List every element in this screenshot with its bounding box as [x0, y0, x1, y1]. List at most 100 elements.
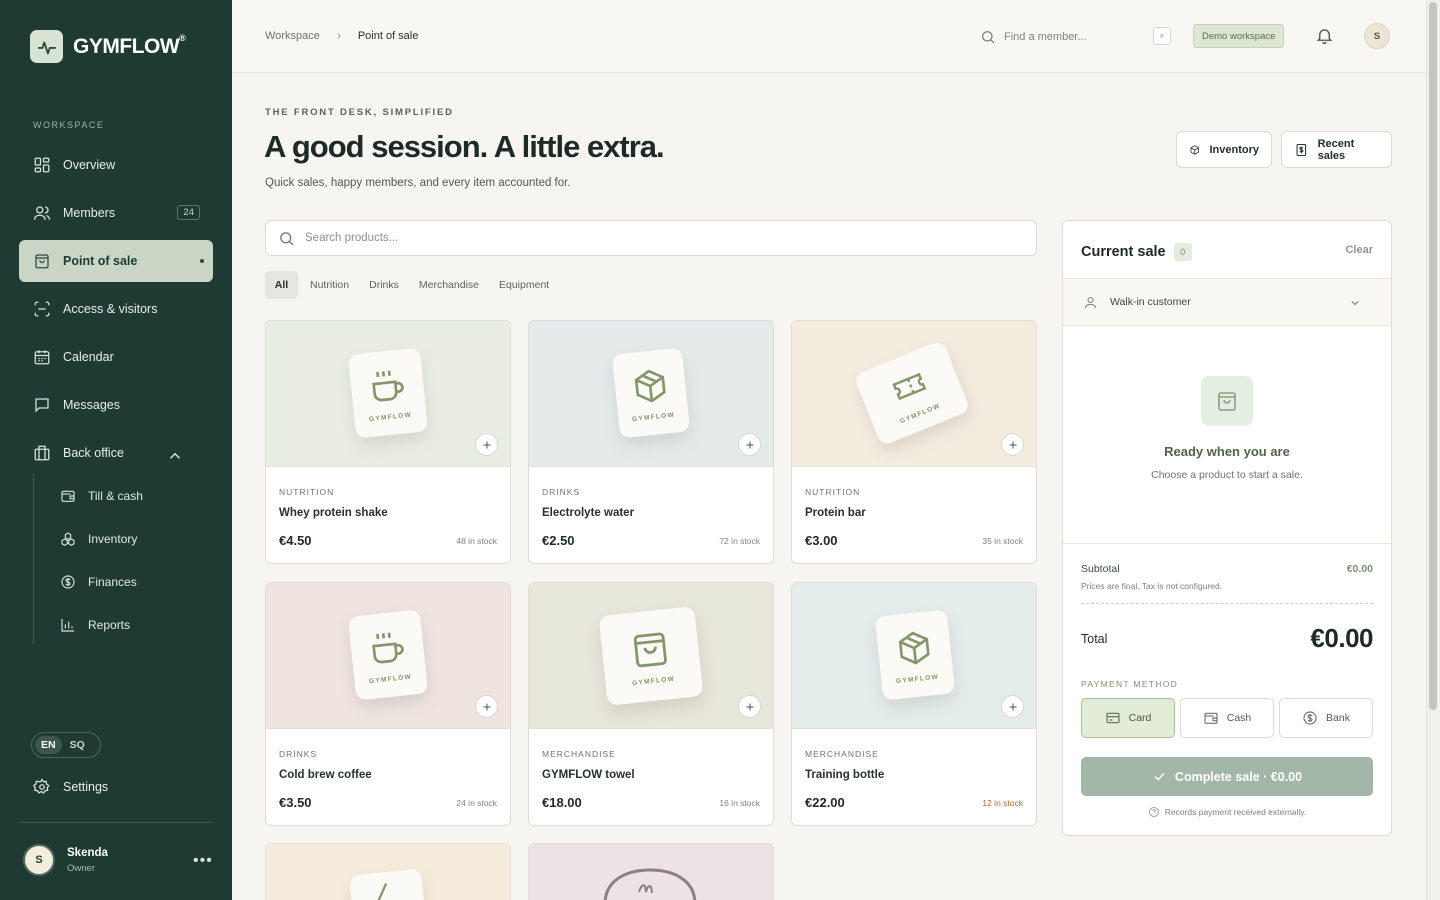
- tab-nutrition[interactable]: Nutrition: [302, 271, 357, 299]
- product-stock: 72 in stock: [719, 536, 760, 546]
- logo-mark-icon: [603, 868, 697, 900]
- add-to-sale-button[interactable]: [738, 695, 761, 718]
- recent-sales-button[interactable]: Recent sales: [1281, 131, 1392, 168]
- breadcrumb: Workspace Point of sale: [265, 30, 418, 42]
- current-sale-title: Current sale: [1081, 244, 1166, 260]
- add-to-sale-button[interactable]: [1001, 433, 1024, 456]
- sidebar-item-calendar[interactable]: Calendar: [19, 336, 213, 378]
- sidebar: GYMFLOW® WORKSPACE Overview Members 24 P…: [0, 0, 232, 900]
- product-card[interactable]: GYMFLOW DRINKS Cold brew coffee €3.50 24…: [265, 582, 511, 826]
- customer-select-value: Walk-in customer: [1110, 296, 1191, 308]
- clear-sale-button[interactable]: Clear: [1345, 244, 1373, 256]
- sidebar-subitem-reports[interactable]: Reports: [34, 603, 213, 646]
- product-card[interactable]: [265, 843, 511, 900]
- sidebar-subitem-till-cash[interactable]: Till & cash: [34, 474, 213, 517]
- product-card[interactable]: GYMFLOW DRINKS Electrolyte water €2.50 7…: [528, 320, 774, 564]
- bell-icon[interactable]: [1315, 26, 1334, 45]
- user-icon: [1084, 296, 1097, 308]
- sidebar-item-label: Back office: [63, 446, 124, 460]
- sidebar-subitem-label: Till & cash: [88, 488, 143, 503]
- add-to-sale-button[interactable]: [475, 695, 498, 718]
- payment-bank-button[interactable]: Bank: [1279, 698, 1373, 738]
- avatar: S: [23, 844, 55, 876]
- product-image: GYMFLOW: [529, 583, 773, 729]
- calendar-icon: [34, 350, 50, 365]
- subtotal-value: €0.00: [1346, 563, 1373, 575]
- product-tile: GYMFLOW: [611, 347, 691, 439]
- wallet-icon: [61, 490, 75, 502]
- search-icon: [982, 31, 995, 44]
- logo-mark-icon: [30, 30, 63, 63]
- user-profile[interactable]: S Skenda Owner: [23, 844, 108, 876]
- search-shortcut-key: ⌕: [1153, 27, 1171, 45]
- page-scrollbar-thumb[interactable]: [1429, 2, 1437, 710]
- members-count-badge: 24: [177, 205, 200, 220]
- product-search-input[interactable]: [305, 232, 1005, 244]
- building-icon: [34, 445, 50, 461]
- credit-card-icon: [1106, 712, 1120, 724]
- product-card[interactable]: GYMFLOW MERCHANDISE GYMFLOW towel €18.00…: [528, 582, 774, 826]
- product-card[interactable]: [528, 843, 774, 900]
- top-avatar[interactable]: S: [1364, 23, 1390, 49]
- add-to-sale-button[interactable]: [1001, 695, 1024, 718]
- product-card[interactable]: GYMFLOW MERCHANDISE Training bottle €22.…: [791, 582, 1037, 826]
- breadcrumb-current: Point of sale: [357, 30, 419, 42]
- product-category: NUTRITION: [279, 487, 335, 497]
- tile-brand-text: GYMFLOW: [368, 411, 413, 423]
- add-to-sale-button[interactable]: [738, 433, 761, 456]
- lang-sq-option[interactable]: SQ: [64, 736, 91, 754]
- workspace-badge[interactable]: Demo workspace: [1193, 24, 1285, 48]
- product-name: Whey protein shake: [279, 507, 388, 519]
- settings-label: Settings: [63, 780, 109, 794]
- sidebar-item-access-visitors[interactable]: Access & visitors: [19, 288, 213, 330]
- product-image: GYMFLOW: [529, 321, 773, 467]
- box-icon: [1190, 144, 1199, 155]
- plus-icon: [746, 441, 753, 448]
- sidebar-item-point-of-sale[interactable]: Point of sale: [19, 240, 213, 282]
- product-category: MERCHANDISE: [805, 749, 879, 759]
- sidebar-nav: Overview Members 24 Point of sale Access…: [19, 144, 213, 480]
- help-circle-icon: [1148, 807, 1159, 817]
- tab-drinks[interactable]: Drinks: [361, 271, 407, 299]
- sidebar-item-messages[interactable]: Messages: [19, 384, 213, 426]
- product-image: GYMFLOW: [792, 321, 1036, 467]
- product-image: GYMFLOW: [792, 583, 1036, 729]
- tab-merchandise[interactable]: Merchandise: [411, 271, 487, 299]
- tab-all[interactable]: All: [265, 271, 298, 299]
- sidebar-subitem-inventory[interactable]: Inventory: [34, 517, 213, 560]
- back-office-submenu: Till & cash Inventory Finances Reports: [33, 474, 213, 644]
- sidebar-item-label: Members: [63, 206, 116, 220]
- plus-icon: [483, 441, 490, 448]
- product-category: NUTRITION: [805, 487, 861, 497]
- sidebar-subitem-label: Reports: [88, 617, 131, 632]
- dashed-divider: [1081, 603, 1373, 604]
- inventory-button[interactable]: Inventory: [1176, 131, 1272, 168]
- lang-en-option[interactable]: EN: [35, 736, 62, 754]
- complete-sale-button[interactable]: Complete sale · €0.00: [1081, 757, 1373, 796]
- customer-select[interactable]: Walk-in customer: [1063, 278, 1391, 326]
- more-options-icon[interactable]: •••: [193, 853, 213, 869]
- product-card[interactable]: GYMFLOW NUTRITION Whey protein shake €4.…: [265, 320, 511, 564]
- product-price: €4.50: [279, 533, 312, 548]
- tab-equipment[interactable]: Equipment: [491, 271, 557, 299]
- add-to-sale-button[interactable]: [475, 433, 498, 456]
- payment-cash-button[interactable]: Cash: [1180, 698, 1274, 738]
- payment-card-button[interactable]: Card: [1081, 698, 1175, 738]
- product-tile: GYMFLOW: [853, 339, 971, 447]
- brand-logo[interactable]: GYMFLOW®: [30, 30, 186, 63]
- sidebar-item-back-office[interactable]: Back office: [19, 432, 213, 474]
- dollar-circle-icon: [61, 574, 75, 589]
- shopping-bag-icon: [35, 254, 49, 269]
- product-name: Cold brew coffee: [279, 769, 372, 781]
- product-tile: GYMFLOW: [874, 609, 956, 701]
- chevron-up-icon[interactable]: [166, 447, 184, 465]
- sidebar-item-overview[interactable]: Overview: [19, 144, 213, 186]
- sidebar-item-members[interactable]: Members 24: [19, 192, 213, 234]
- sidebar-subitem-finances[interactable]: Finances: [34, 560, 213, 603]
- sidebar-item-settings[interactable]: Settings: [33, 778, 108, 796]
- box-icon: [898, 631, 930, 664]
- product-card[interactable]: GYMFLOW NUTRITION Protein bar €3.00 35 i…: [791, 320, 1037, 564]
- chevron-down-icon: [1351, 301, 1359, 306]
- breadcrumb-workspace[interactable]: Workspace: [265, 30, 320, 42]
- member-search-input[interactable]: [1004, 31, 1134, 43]
